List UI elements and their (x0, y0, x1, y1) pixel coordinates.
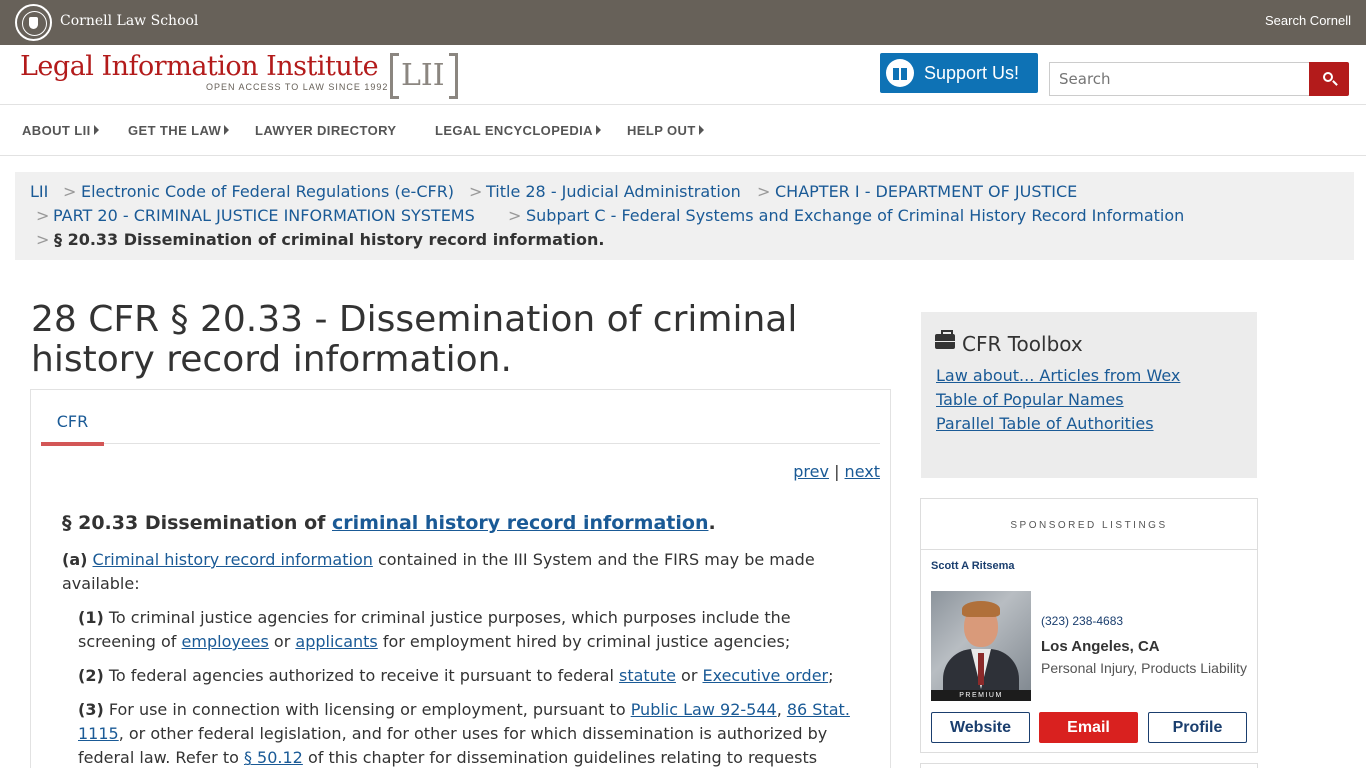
search-button[interactable] (1309, 62, 1349, 96)
sponsored-listings: SPONSORED LISTINGS Scott A Ritsema PREMI… (920, 498, 1258, 753)
tab-cfr[interactable]: CFR (41, 412, 104, 431)
page-title: 28 CFR § 20.33 - Dissemination of crimin… (31, 299, 798, 380)
breadcrumb-separator: > (63, 182, 77, 201)
public-law-link[interactable]: Public Law 92-544 (631, 700, 777, 719)
breadcrumb-title-28[interactable]: Title 28 - Judicial Administration (486, 182, 741, 201)
section-heading: § 20.33 Dissemination of criminal histor… (62, 512, 716, 534)
caret-right-icon (224, 125, 230, 135)
active-tab-indicator (41, 442, 104, 446)
next-link[interactable]: next (845, 462, 880, 481)
toolbox-title: CFR Toolbox (962, 332, 1083, 356)
lawyer-phone-link[interactable]: (323) 238-4683 (1041, 614, 1123, 628)
toolbox-link-wex[interactable]: Law about... Articles from Wex (936, 366, 1180, 385)
breadcrumb-separator: > (757, 182, 771, 201)
sponsored-heading: SPONSORED LISTINGS (921, 499, 1257, 550)
lawyer-city: Los Angeles, CA (1041, 638, 1160, 655)
lii-header: Legal Information Institute OPEN ACCESS … (0, 45, 1366, 105)
lawyer-profile-button[interactable]: Profile (1148, 712, 1247, 743)
lawyer-practice-areas: Personal Injury, Products Liability (1041, 660, 1247, 676)
section-50-12-link[interactable]: § 50.12 (244, 748, 303, 767)
caret-right-icon (595, 125, 601, 135)
nav-item-get-the-law[interactable]: GET THE LAW (128, 123, 230, 138)
breadcrumb: LII > Electronic Code of Federal Regulat… (15, 172, 1354, 260)
lii-logo-mark-text: LII (401, 58, 445, 93)
breadcrumb-separator: > (508, 206, 522, 225)
next-listing-card (920, 763, 1258, 768)
breadcrumb-ecfr[interactable]: Electronic Code of Federal Regulations (… (81, 182, 454, 201)
breadcrumb-separator: > (36, 206, 50, 225)
breadcrumb-part-20[interactable]: PART 20 - CRIMINAL JUSTICE INFORMATION S… (53, 206, 475, 225)
premium-badge: PREMIUM (931, 690, 1031, 701)
tab-divider (41, 443, 880, 444)
briefcase-icon (935, 330, 955, 349)
nav-item-about-lii[interactable]: ABOUT LII (22, 123, 99, 138)
nav-item-help-out[interactable]: HELP OUT (627, 123, 704, 138)
main-nav: ABOUT LII GET THE LAW LAWYER DIRECTORY L… (0, 105, 1366, 156)
toolbox-link-popular-names[interactable]: Table of Popular Names (936, 390, 1124, 409)
lii-logo-mark[interactable]: LII (390, 53, 458, 99)
paragraph-a: (a) Criminal history record information … (62, 550, 815, 593)
cornell-seal-icon[interactable] (15, 4, 52, 41)
nav-item-legal-encyclopedia[interactable]: LEGAL ENCYCLOPEDIA (435, 123, 601, 138)
support-us-button[interactable]: Support Us! (880, 53, 1038, 93)
breadcrumb-separator: > (36, 230, 50, 249)
applicants-link[interactable]: applicants (295, 632, 377, 651)
lii-tagline: OPEN ACCESS TO LAW SINCE 1992 (206, 82, 389, 92)
employees-link[interactable]: employees (182, 632, 269, 651)
prev-link[interactable]: prev (793, 462, 829, 481)
paragraph-2: (2) To federal agencies authorized to re… (78, 666, 834, 685)
cornell-law-school-link[interactable]: Cornell Law School (60, 13, 198, 29)
paragraph-3: (3) For use in connection with licensing… (78, 700, 850, 767)
support-us-label: Support Us! (924, 63, 1020, 83)
statute-link[interactable]: statute (619, 666, 676, 685)
prev-next-nav: prev | next (793, 462, 880, 481)
lii-logo-text[interactable]: Legal Information Institute (20, 51, 379, 82)
lawyer-photo[interactable]: PREMIUM (931, 591, 1031, 701)
executive-order-link[interactable]: Executive order (702, 666, 828, 685)
caret-right-icon (93, 125, 99, 135)
breadcrumb-separator: > (469, 182, 483, 201)
breadcrumb-chapter-i[interactable]: CHAPTER I - DEPARTMENT OF JUSTICE (775, 182, 1077, 201)
lawyer-name-link[interactable]: Scott A Ritsema (931, 560, 1015, 572)
toolbox-link-parallel-table[interactable]: Parallel Table of Authorities (936, 414, 1154, 433)
cfr-toolbox: CFR Toolbox Law about... Articles from W… (921, 312, 1257, 478)
breadcrumb-current: § 20.33 Dissemination of criminal histor… (54, 230, 605, 249)
breadcrumb-subpart-c[interactable]: Subpart C - Federal Systems and Exchange… (526, 206, 1184, 225)
search-input[interactable] (1049, 62, 1310, 96)
search-cornell-link[interactable]: Search Cornell (1265, 13, 1351, 28)
paragraph-1: (1) To criminal justice agencies for cri… (78, 608, 791, 651)
regulation-content: CFR prev | next § 20.33 Dissemination of… (30, 389, 891, 768)
criminal-history-definition-link[interactable]: Criminal history record information (93, 550, 373, 569)
criminal-history-link[interactable]: criminal history record information (332, 512, 708, 534)
gift-icon (886, 59, 914, 87)
breadcrumb-lii[interactable]: LII (30, 182, 48, 201)
cornell-top-bar: Cornell Law School Search Cornell (0, 0, 1366, 45)
lawyer-website-button[interactable]: Website (931, 712, 1030, 743)
caret-right-icon (698, 125, 704, 135)
lawyer-email-button[interactable]: Email (1039, 712, 1138, 743)
nav-item-lawyer-directory[interactable]: LAWYER DIRECTORY (255, 123, 396, 138)
prev-next-separator: | (834, 462, 840, 481)
